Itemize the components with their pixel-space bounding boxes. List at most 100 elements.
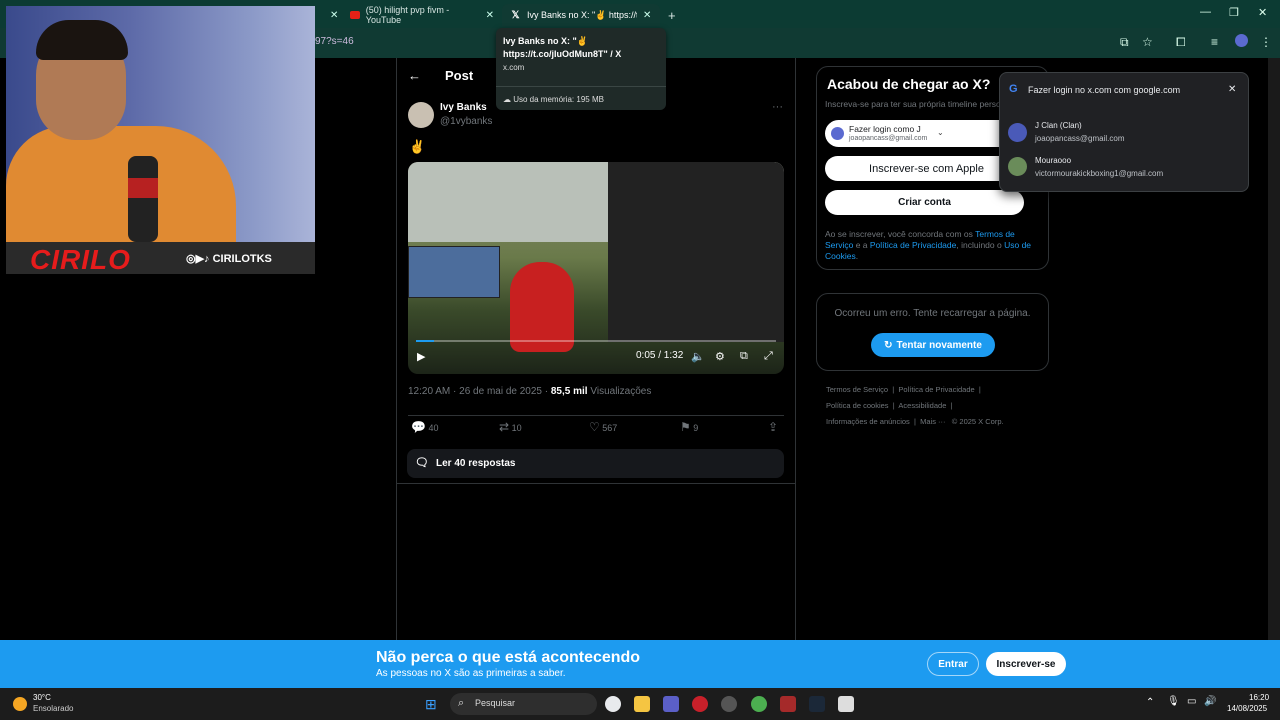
webcam-person-hair [36, 20, 128, 60]
clock-date[interactable]: 14/08/2025 [1227, 704, 1267, 713]
reply-button[interactable]: 💬 40 [411, 420, 438, 434]
menu-icon[interactable]: ⋮ [1260, 35, 1272, 49]
window-close-button[interactable]: ✕ [1258, 6, 1267, 19]
footer-row-2: Política de cookies | Acessibilidade | [826, 401, 953, 410]
pip-icon[interactable]: ⧉ [740, 350, 748, 363]
network-icon[interactable]: ▭ [1187, 696, 1196, 707]
google-icon: G [1009, 83, 1018, 95]
google-login-label: Fazer login como J [849, 124, 921, 134]
microphone [128, 156, 158, 242]
speech-bubble-icon: 🗨 [415, 457, 429, 469]
privacy-link[interactable]: Política de Privacidade [870, 240, 956, 250]
bookmark-star-icon[interactable]: ☆ [1142, 35, 1153, 49]
taskbar-search[interactable]: ⌕ Pesquisar [450, 693, 597, 715]
video-progress-fill [416, 340, 434, 342]
video-character [510, 262, 574, 352]
footer-accessibility-link[interactable]: Acessibilidade [898, 401, 946, 410]
share-icon[interactable]: ⇪ [768, 420, 778, 434]
app-clock-icon[interactable] [721, 696, 737, 712]
extensions-icon[interactable]: ⧠ [1176, 35, 1186, 50]
heart-icon: ♡ [589, 420, 600, 434]
minimize-button[interactable]: — [1200, 6, 1211, 18]
account-email: victormourakickboxing1@gmail.com [1035, 169, 1164, 178]
teams-icon[interactable] [663, 696, 679, 712]
hover-card-memory: ☁ Uso da memória: 195 MB [496, 86, 666, 112]
author-name[interactable]: Ivy Banks [440, 102, 487, 113]
address-bar[interactable]: 97?s=46 [315, 36, 354, 47]
footer-ads-link[interactable]: Informações de anúncios [826, 417, 910, 426]
bookmark-button[interactable]: ⚑ 9 [680, 420, 698, 434]
create-account-button[interactable]: Criar conta [825, 190, 1024, 215]
login-button[interactable]: Entrar [927, 652, 979, 676]
like-button[interactable]: ♡ 567 [589, 420, 617, 434]
copyright: © 2025 X Corp. [951, 417, 1004, 426]
sun-icon[interactable] [13, 697, 27, 711]
search-placeholder: Pesquisar [475, 698, 516, 708]
footer-terms-link[interactable]: Termos de Serviço [826, 385, 888, 394]
apple-signup-button[interactable]: Inscrever-se com Apple [825, 156, 1024, 181]
post-timestamp[interactable]: 12:20 AM · 26 de mai de 2025 · [408, 386, 551, 397]
cast-icon[interactable]: ⧉ [1120, 35, 1129, 50]
hover-card-title: Ivy Banks no X: "✌ https://t.co/jIuOdMun… [503, 36, 622, 59]
video-player[interactable]: ▶ 0:05 / 1:32 🔈 ⚙ ⧉ ⤢ [408, 162, 784, 374]
windows-start-icon[interactable]: ⊞ [425, 696, 441, 712]
more-options-button[interactable]: ··· [772, 101, 783, 113]
back-button[interactable]: ← [408, 68, 421, 83]
error-message: Ocorreu um erro. Tente recarregar a pági… [834, 308, 1031, 319]
banner-title: Não perca o que está acontecendo [376, 649, 641, 666]
account-email: joaopancass@gmail.com [1035, 134, 1125, 143]
volume-icon[interactable]: 🔈 [691, 350, 705, 363]
chrome-icon[interactable] [605, 696, 621, 712]
file-explorer-icon[interactable] [634, 696, 650, 712]
fullscreen-icon[interactable]: ⤢ [764, 350, 773, 363]
tab-label: (50) hilight pvp fivm - YouTube [365, 5, 450, 25]
author-avatar[interactable] [408, 102, 434, 128]
account-avatar [1008, 123, 1027, 142]
app-red-icon[interactable] [692, 696, 708, 712]
chevron-up-icon[interactable]: ⌃ [1146, 697, 1154, 708]
new-tab-button[interactable]: + [660, 4, 684, 26]
repost-button[interactable]: ⇄ 10 [499, 420, 522, 434]
tab-x-post[interactable]: 𝕏 Ivy Banks no X: "✌ https://t.co/j ✕ [502, 4, 660, 26]
chevron-down-icon: ⌄ [937, 128, 944, 137]
footer-row-1: Termos de Serviço | Política de Privacid… [826, 385, 981, 394]
account-item[interactable]: J Clan (Clan) joaopancass@gmail.com [1000, 115, 1248, 147]
post-text: ✌ [409, 139, 426, 154]
clock-time[interactable]: 16:20 [1249, 693, 1269, 702]
mic-icon[interactable]: 🎙 [1167, 696, 1180, 707]
tab-label: Ivy Banks no X: "✌ https://t.co/j [527, 9, 637, 20]
tab-youtube[interactable]: (50) hilight pvp fivm - YouTube ✕ [342, 4, 502, 26]
account-item[interactable]: Mouraooo victormourakickboxing1@gmail.co… [1000, 151, 1248, 183]
microphone-light [128, 178, 158, 198]
tab-hover-card: Ivy Banks no X: "✌ https://t.co/jIuOdMun… [496, 28, 666, 110]
google-signin-button[interactable]: Fazer login como J joaopancass@gmail.com… [825, 120, 1001, 147]
close-icon[interactable]: ✕ [486, 10, 494, 21]
read-replies-button[interactable]: 🗨 Ler 40 respostas [407, 449, 784, 478]
video-progress-track[interactable] [416, 340, 776, 342]
video-time: 0:05 / 1:32 [636, 350, 684, 361]
settings-icon[interactable]: ⚙ [715, 350, 725, 363]
close-icon[interactable]: ✕ [1228, 84, 1236, 95]
steam-icon[interactable] [809, 696, 825, 712]
scrollbar[interactable] [1268, 58, 1280, 640]
footer-cookies-link[interactable]: Política de cookies [826, 401, 889, 410]
author-handle[interactable]: @1vybanks [440, 116, 492, 127]
close-icon[interactable]: ✕ [643, 10, 651, 21]
app-banner-icon[interactable] [780, 696, 796, 712]
post-meta: 12:20 AM · 26 de mai de 2025 · 85,5 mil … [408, 386, 651, 397]
footer-privacy-link[interactable]: Política de Privacidade [898, 385, 974, 394]
calculator-icon[interactable] [838, 696, 854, 712]
signup-title: Acabou de chegar ao X? [827, 76, 991, 92]
google-account-avatar [831, 127, 844, 140]
views-label: Visualizações [587, 386, 652, 397]
weather-temp[interactable]: 30°C [33, 693, 51, 702]
profile-avatar[interactable] [1235, 34, 1248, 47]
play-icon[interactable]: ▶ [417, 350, 425, 363]
speaker-icon[interactable]: 🔊 [1204, 696, 1216, 707]
retry-button[interactable]: ↻ Tentar novamente [871, 333, 995, 357]
maximize-button[interactable]: ❐ [1229, 6, 1239, 19]
footer-more-link[interactable]: Mais ··· [920, 417, 945, 426]
chrome-alt-icon[interactable] [751, 696, 767, 712]
media-icon[interactable]: ≡ [1211, 35, 1218, 49]
signup-button[interactable]: Inscrever-se [986, 652, 1066, 676]
